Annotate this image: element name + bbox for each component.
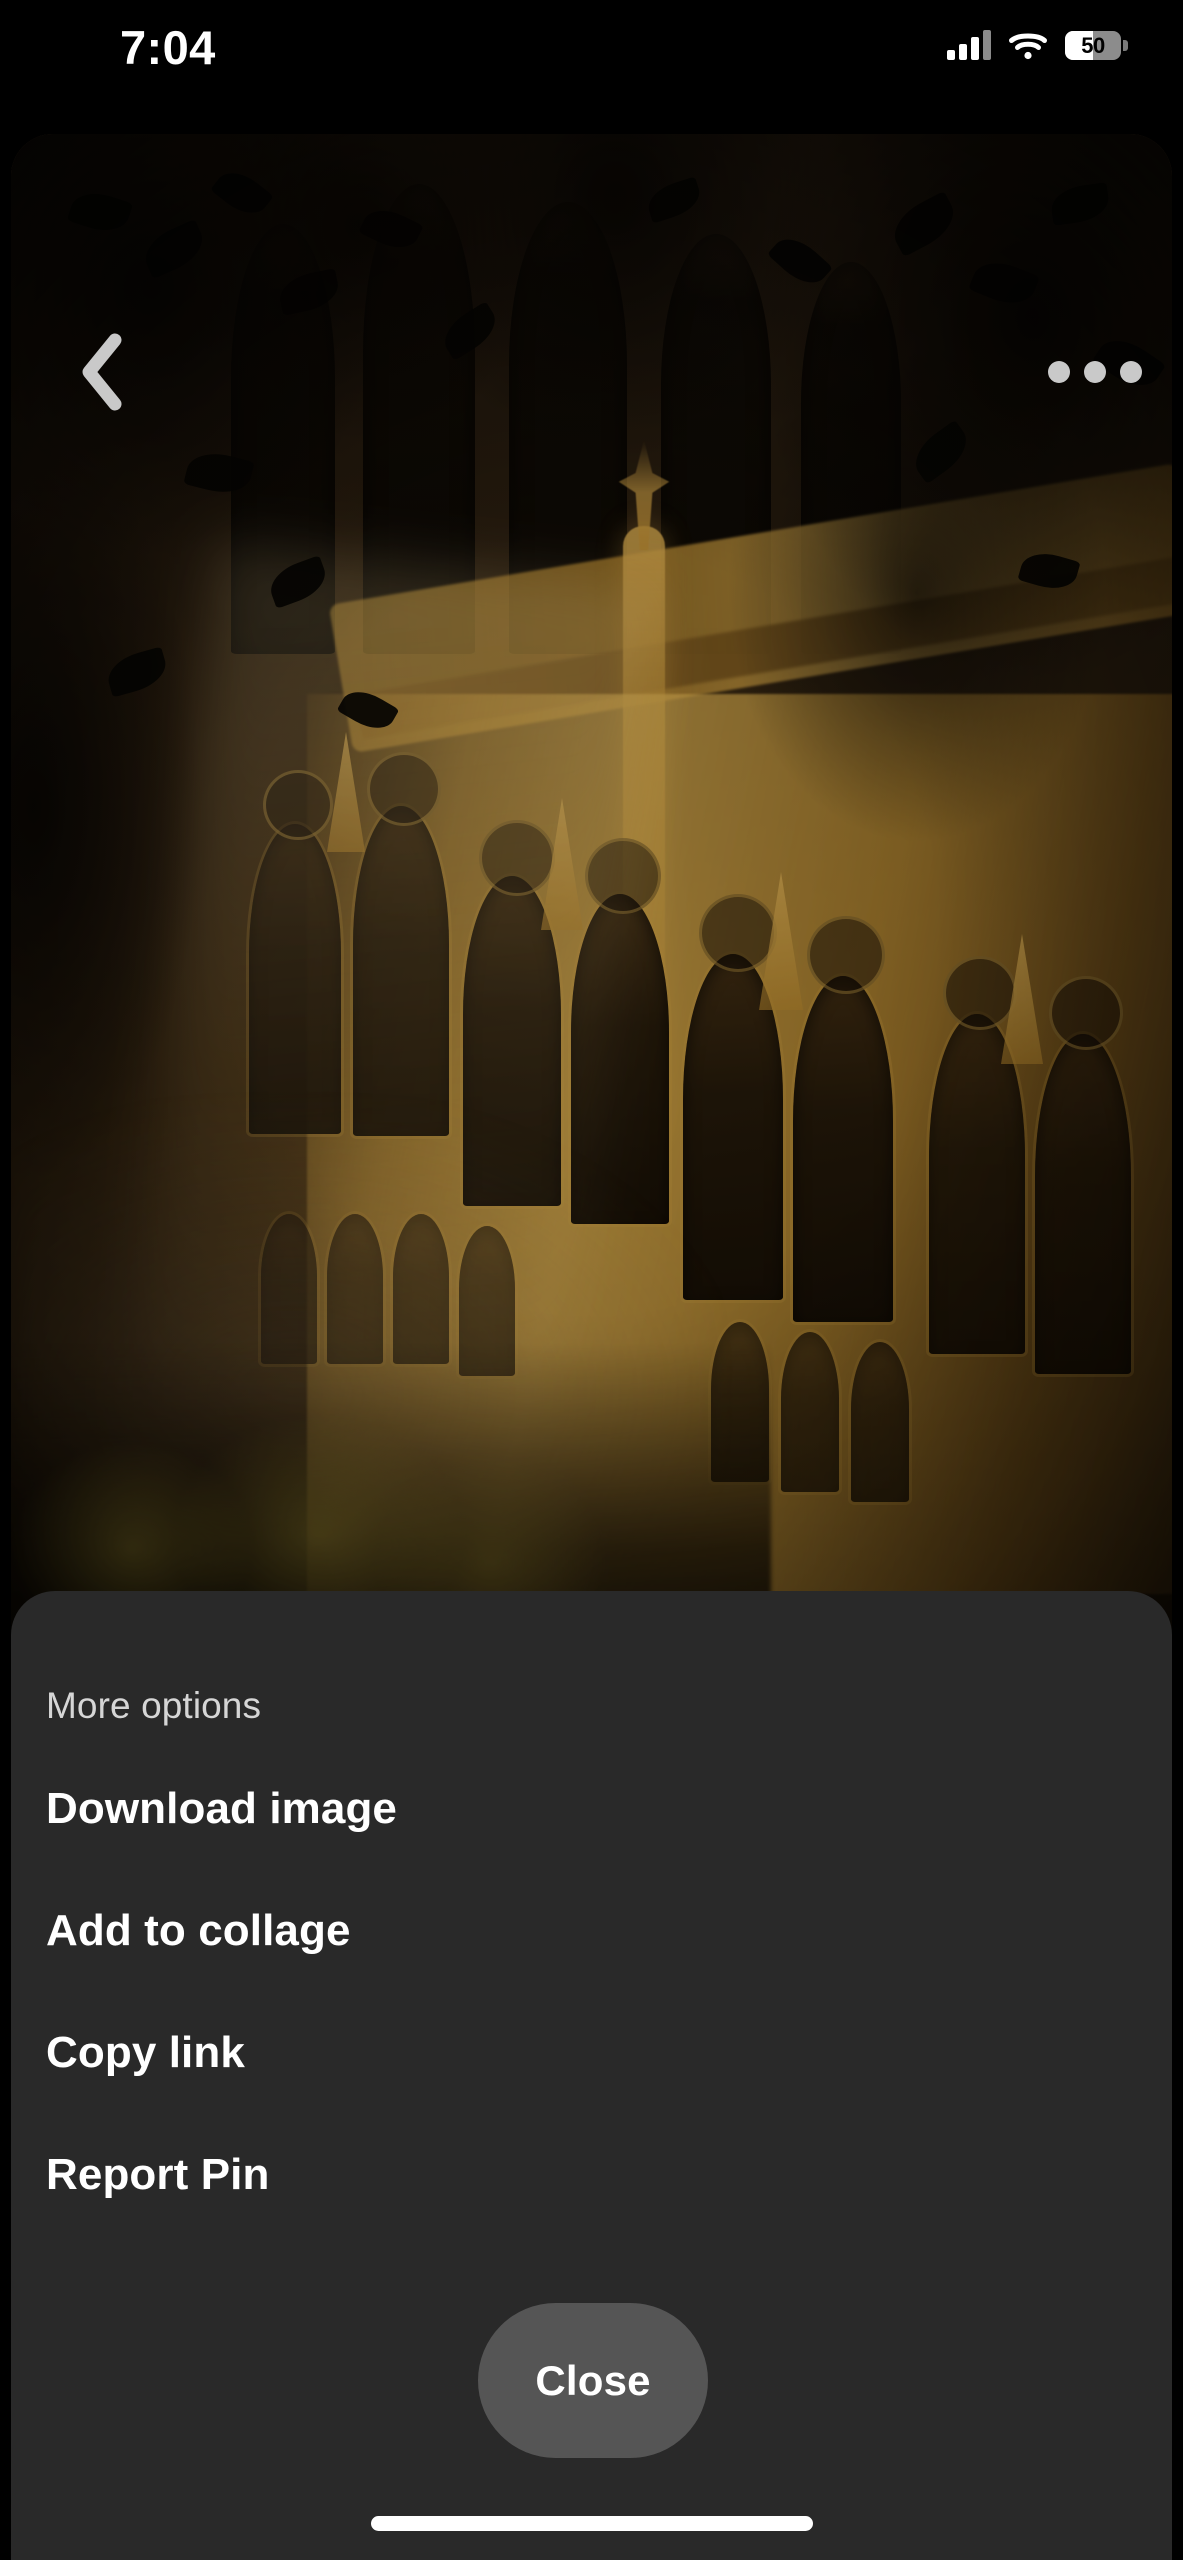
phone-screen: More options Download image Add to colla…: [0, 0, 1183, 2560]
pin-photo: [11, 134, 1172, 1664]
pin-image[interactable]: [11, 134, 1172, 1664]
close-button[interactable]: Close: [478, 2303, 708, 2458]
status-bar-indicators: 50: [947, 30, 1128, 60]
menu-item-add-to-collage[interactable]: Add to collage: [0, 1870, 1161, 1992]
battery-icon: 50: [1065, 30, 1128, 60]
battery-terminal: [1123, 39, 1128, 51]
wifi-icon: [1009, 31, 1047, 60]
cellular-signal-icon: [947, 30, 991, 60]
more-horizontal-icon-dot-3: [1120, 361, 1142, 383]
menu-item-copy-link[interactable]: Copy link: [0, 1992, 1161, 2114]
chevron-left-icon: [77, 332, 125, 412]
photo-dim-overlay: [11, 134, 1172, 1664]
back-button[interactable]: [53, 324, 149, 420]
more-horizontal-icon: [1048, 361, 1070, 383]
more-horizontal-icon-dot-2: [1084, 361, 1106, 383]
battery-fill: [1065, 30, 1093, 60]
home-indicator: [370, 2516, 813, 2531]
status-bar: 7:04 50: [0, 0, 1183, 120]
overflow-menu-button[interactable]: [1040, 324, 1150, 420]
battery-percent-label: 50: [1081, 32, 1105, 58]
sheet-title: More options: [46, 1685, 262, 1726]
more-options-menu: Download image Add to collage Copy link …: [0, 1748, 1161, 2236]
status-bar-time: 7:04: [120, 21, 216, 74]
menu-item-download-image[interactable]: Download image: [0, 1748, 1161, 1870]
menu-item-report-pin[interactable]: Report Pin: [0, 2114, 1161, 2236]
